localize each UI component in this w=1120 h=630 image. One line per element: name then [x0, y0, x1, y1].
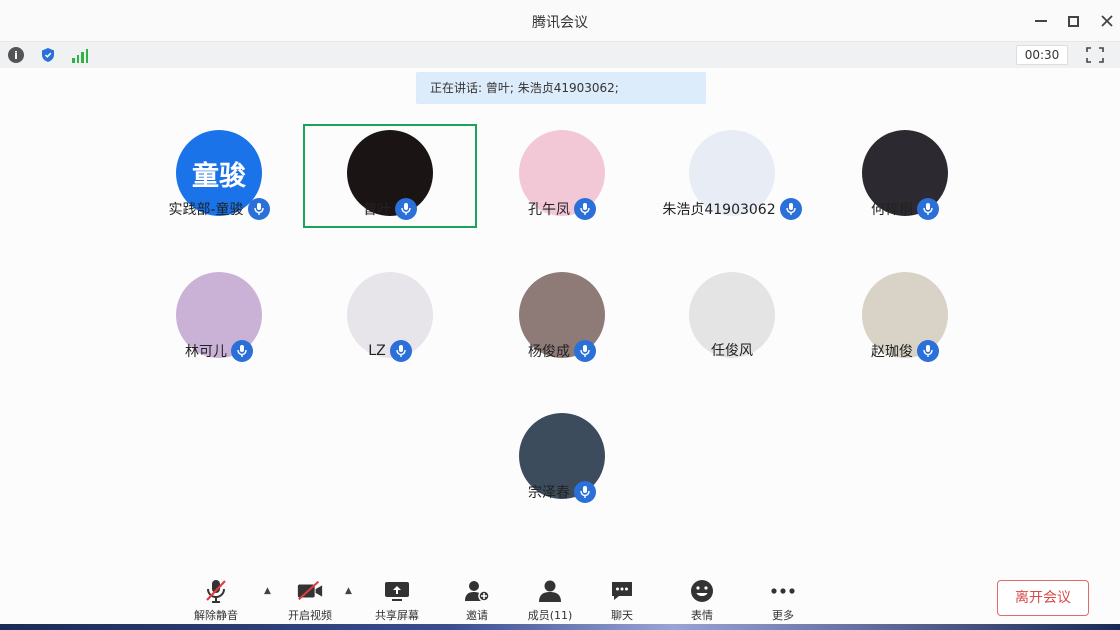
more-button[interactable]: 更多 [748, 578, 818, 624]
mic-icon [574, 481, 596, 503]
signal-icon[interactable] [72, 47, 88, 63]
mic-icon [389, 340, 412, 362]
meeting-toolbar: 解除静音 ▲ 开启视频 ▲ 共享屏幕 邀请 成员(11) 聊天 表情 更多 [0, 570, 1120, 630]
mic-icon [574, 198, 596, 220]
share-screen-button[interactable]: 共享屏幕 [362, 578, 432, 624]
participant-name: 宗泽春 [528, 485, 570, 501]
title-bar: 腾讯会议 [0, 0, 1120, 42]
more-icon [771, 588, 795, 594]
participant-tile[interactable]: 赵珈俊 [818, 266, 992, 370]
participant-tile[interactable]: 朱浩贞41903062 [645, 124, 819, 228]
video-label: 开启视频 [288, 609, 332, 622]
members-icon [539, 580, 561, 602]
participant-tile[interactable]: 曾叶 [303, 124, 477, 228]
participant-name: 赵珈俊 [871, 344, 913, 360]
leave-meeting-button[interactable]: 离开会议 [997, 580, 1089, 616]
bottom-edge [0, 624, 1120, 630]
participant-tile[interactable]: 任俊风 [645, 266, 819, 370]
camera-off-icon [297, 580, 323, 601]
participant-name-row: 任俊风 [645, 340, 819, 360]
speaking-banner: 正在讲话: 曾叶; 朱浩贞41903062; [416, 72, 706, 104]
participant-tile[interactable]: 杨俊成 [475, 266, 649, 370]
emoji-label: 表情 [691, 609, 713, 622]
share-screen-icon [385, 582, 409, 601]
chat-icon [612, 582, 632, 600]
chat-label: 聊天 [611, 609, 633, 622]
participant-tile[interactable]: 何梓桐 [818, 124, 992, 228]
participant-name: 孔午凤 [528, 202, 570, 218]
mic-muted-icon [206, 580, 226, 603]
participant-tile[interactable]: LZ [303, 266, 477, 370]
maximize-button[interactable] [1062, 10, 1084, 32]
participant-name-row: 宗泽春 [475, 481, 649, 503]
video-button[interactable]: 开启视频 [275, 578, 345, 624]
status-bar: i 00:30 [0, 42, 1120, 68]
emoji-button[interactable]: 表情 [667, 578, 737, 624]
more-label: 更多 [772, 609, 794, 622]
participant-name-row: 曾叶 [305, 198, 475, 220]
participant-name-row: 孔午凤 [475, 198, 649, 220]
invite-button[interactable]: 邀请 [442, 578, 512, 624]
window-title: 腾讯会议 [532, 15, 588, 31]
participant-name: 任俊风 [711, 343, 753, 359]
maximize-icon [1067, 15, 1079, 27]
meeting-timer: 00:30 [1016, 45, 1068, 65]
invite-label: 邀请 [466, 609, 488, 622]
mic-icon [247, 198, 270, 220]
mic-icon [779, 198, 802, 220]
close-button[interactable] [1096, 10, 1118, 32]
participant-tile[interactable]: 林可儿 [132, 266, 306, 370]
mute-options-chevron-icon[interactable]: ▲ [264, 586, 274, 596]
minimize-button[interactable] [1030, 10, 1052, 32]
participant-tile[interactable]: 童骏 实践部-童骏 [132, 124, 306, 228]
mute-button[interactable]: 解除静音 [181, 578, 251, 624]
mic-icon [574, 340, 596, 362]
chat-button[interactable]: 聊天 [587, 578, 657, 624]
participant-name-row: 实践部-童骏 [132, 198, 306, 220]
emoji-icon [691, 580, 713, 602]
members-label: 成员(11) [527, 609, 573, 622]
close-icon [1101, 15, 1113, 27]
mute-label: 解除静音 [194, 609, 238, 622]
mic-icon [917, 340, 939, 362]
participant-name-row: 赵珈俊 [818, 340, 992, 362]
participant-name-row: 林可儿 [132, 340, 306, 362]
members-button[interactable]: 成员(11) [515, 578, 585, 624]
mic-icon [917, 198, 939, 220]
participant-name: 杨俊成 [528, 344, 570, 360]
shield-icon[interactable] [40, 47, 56, 63]
participant-name: 曾叶 [363, 202, 391, 218]
participant-name-row: 杨俊成 [475, 340, 649, 362]
add-user-icon [465, 581, 490, 602]
participant-name: 朱浩贞41903062 [662, 202, 776, 218]
participant-name: 实践部-童骏 [168, 202, 244, 218]
participant-name: LZ [368, 343, 386, 359]
participant-name-row: 何梓桐 [818, 198, 992, 220]
participant-tile[interactable]: 孔午凤 [475, 124, 649, 228]
participant-tile[interactable]: 宗泽春 [475, 407, 649, 511]
mic-icon [231, 340, 253, 362]
video-options-chevron-icon[interactable]: ▲ [345, 586, 355, 596]
participant-name: 林可儿 [185, 344, 227, 360]
mic-icon [395, 198, 417, 220]
info-icon[interactable]: i [8, 47, 24, 63]
participant-name-row: LZ [303, 340, 477, 362]
minimize-icon [1035, 20, 1047, 22]
participant-name: 何梓桐 [871, 202, 913, 218]
participant-name-row: 朱浩贞41903062 [645, 198, 819, 220]
fullscreen-icon[interactable] [1086, 47, 1104, 63]
share-screen-label: 共享屏幕 [375, 609, 419, 622]
